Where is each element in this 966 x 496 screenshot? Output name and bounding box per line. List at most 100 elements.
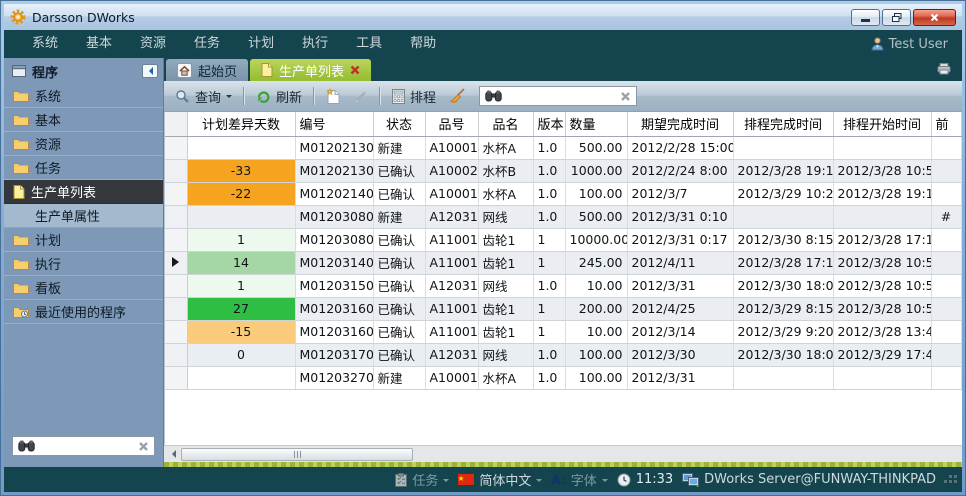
sidebar-collapse-button[interactable] [142, 64, 158, 78]
cell[interactable]: M012031501 [295, 274, 373, 297]
menu-item[interactable]: 任务 [180, 30, 234, 58]
cell[interactable]: M012031602 [295, 320, 373, 343]
cell[interactable] [931, 274, 961, 297]
cell[interactable] [733, 366, 833, 389]
menu-item[interactable]: 帮助 [396, 30, 450, 58]
minimize-button[interactable] [851, 9, 880, 26]
refresh-button[interactable]: 刷新 [251, 85, 307, 108]
cell[interactable]: 2012/3/29 9:20 [733, 320, 833, 343]
cell[interactable]: 水杯A [478, 136, 533, 159]
cell[interactable]: 1.0 [533, 182, 565, 205]
cell[interactable]: M012030801 [295, 205, 373, 228]
cell[interactable]: 已确认 [373, 182, 425, 205]
cell[interactable]: 2012/3/28 10:52 [833, 274, 931, 297]
cell[interactable]: 已确认 [373, 274, 425, 297]
cell[interactable]: 2012/3/28 19:10 [733, 159, 833, 182]
cell[interactable] [931, 343, 961, 366]
cell[interactable]: 1 [533, 320, 565, 343]
cell[interactable]: A11001 [425, 320, 478, 343]
cell[interactable]: 2012/3/30 18:00 [733, 274, 833, 297]
column-header[interactable]: 排程开始时间 [833, 112, 931, 136]
table-row[interactable]: 27M012031601已确认A11001齿轮11200.002012/4/25… [165, 297, 961, 320]
cell[interactable]: M012021301 [295, 136, 373, 159]
cell[interactable]: M012031701 [295, 343, 373, 366]
cell[interactable]: 齿轮1 [478, 228, 533, 251]
cell[interactable]: 已确认 [373, 320, 425, 343]
cell[interactable]: 网线 [478, 274, 533, 297]
font-selector[interactable]: A: 字体 [551, 470, 607, 489]
cell[interactable]: 1 [187, 274, 295, 297]
cell[interactable]: 2012/3/7 [627, 182, 733, 205]
cell[interactable] [931, 159, 961, 182]
cell[interactable]: 已确认 [373, 297, 425, 320]
cell[interactable]: 1.0 [533, 159, 565, 182]
sidebar-item[interactable]: 最近使用的程序 [4, 300, 163, 324]
cell[interactable]: 2012/3/31 [627, 274, 733, 297]
column-header[interactable]: 期望完成时间 [627, 112, 733, 136]
table-row[interactable]: -22M012021401已确认A10001水杯A1.0100.002012/3… [165, 182, 961, 205]
cell[interactable] [931, 228, 961, 251]
column-header[interactable]: 版本 [533, 112, 565, 136]
cell[interactable]: 10000.00 [565, 228, 627, 251]
cell[interactable] [931, 297, 961, 320]
cell[interactable] [931, 251, 961, 274]
cell[interactable]: 水杯B [478, 159, 533, 182]
sidebar-item[interactable]: 执行 [4, 252, 163, 276]
cell[interactable]: 2012/3/29 17:46 [833, 343, 931, 366]
cell[interactable]: M012031601 [295, 297, 373, 320]
cell[interactable]: 齿轮1 [478, 251, 533, 274]
table-row[interactable]: 14M012031402已确认A11001齿轮11245.002012/4/11… [165, 251, 961, 274]
menu-item[interactable]: 基本 [72, 30, 126, 58]
cell[interactable] [187, 136, 295, 159]
cell[interactable] [931, 136, 961, 159]
cell[interactable]: A11001 [425, 228, 478, 251]
printer-icon[interactable] [936, 62, 952, 75]
cell[interactable]: 2012/3/28 10:52 [833, 159, 931, 182]
tab-起始页[interactable]: 起始页 [166, 59, 248, 81]
cell[interactable]: 新建 [373, 205, 425, 228]
row-selector[interactable] [165, 159, 187, 182]
tab-生产单列表[interactable]: 生产单列表 [250, 59, 371, 81]
cell[interactable]: 2012/4/25 [627, 297, 733, 320]
row-selector[interactable] [165, 205, 187, 228]
cell[interactable]: 齿轮1 [478, 320, 533, 343]
new-button[interactable] [321, 86, 345, 106]
query-button[interactable]: 查询 [170, 85, 237, 108]
menu-item[interactable]: 工具 [342, 30, 396, 58]
cell[interactable]: 1.0 [533, 366, 565, 389]
schedule-button[interactable]: 排程 [387, 85, 441, 108]
cell[interactable]: 10.00 [565, 320, 627, 343]
menu-item[interactable]: 计划 [234, 30, 288, 58]
cell[interactable]: 27 [187, 297, 295, 320]
cell[interactable]: -22 [187, 182, 295, 205]
column-header[interactable]: 排程完成时间 [733, 112, 833, 136]
cell[interactable]: A12031 [425, 274, 478, 297]
cell[interactable]: 100.00 [565, 343, 627, 366]
clear-icon[interactable] [620, 91, 631, 102]
cell[interactable]: -15 [187, 320, 295, 343]
cell[interactable]: 水杯A [478, 366, 533, 389]
cell[interactable] [833, 205, 931, 228]
cell[interactable]: A10002 [425, 159, 478, 182]
cell[interactable]: 2012/3/29 10:20 [733, 182, 833, 205]
row-selector[interactable] [165, 274, 187, 297]
cell[interactable] [931, 366, 961, 389]
row-selector[interactable] [165, 320, 187, 343]
cell[interactable]: 0 [187, 343, 295, 366]
cell[interactable] [833, 136, 931, 159]
cell[interactable]: 水杯A [478, 182, 533, 205]
column-header[interactable]: 品号 [425, 112, 478, 136]
cell[interactable]: 2012/2/24 8:00 [627, 159, 733, 182]
cell[interactable]: 已确认 [373, 159, 425, 182]
toolbar-search-box[interactable] [479, 86, 637, 106]
cell[interactable] [187, 366, 295, 389]
cell[interactable] [733, 205, 833, 228]
row-selector[interactable] [165, 366, 187, 389]
row-selector[interactable] [165, 297, 187, 320]
cell[interactable]: 网线 [478, 343, 533, 366]
column-header[interactable]: 编号 [295, 112, 373, 136]
cell[interactable]: 500.00 [565, 136, 627, 159]
cell[interactable]: 2012/2/28 15:00 [627, 136, 733, 159]
table-row[interactable]: 0M012031701已确认A12031网线1.0100.002012/3/30… [165, 343, 961, 366]
cell[interactable] [931, 182, 961, 205]
